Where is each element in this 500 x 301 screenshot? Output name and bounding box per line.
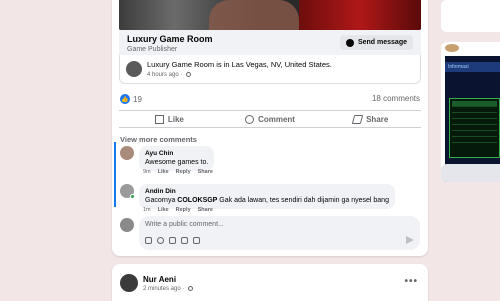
- avatar[interactable]: [120, 218, 134, 232]
- comment-share[interactable]: Share: [198, 169, 213, 175]
- page-category: Game Publisher: [127, 46, 178, 53]
- left-background: [0, 0, 112, 301]
- comment-bubble: Ayu Chin Awesome games to.: [139, 146, 215, 171]
- comment-meta: 1m Like Reply Share: [143, 207, 220, 213]
- post-timestamp[interactable]: 2 minutes ago ·: [143, 286, 186, 292]
- next-post-card: Nur Aeni 2 minutes ago · •••: [112, 264, 428, 301]
- comment-text-highlight: COLOKSGP: [177, 197, 218, 204]
- globe-icon: [186, 72, 192, 77]
- online-status-dot: [130, 194, 135, 199]
- messenger-icon: [345, 38, 354, 47]
- comment-text: Gacornya COLOKSGP Gak ada lawan, tes sen…: [145, 196, 389, 206]
- more-options-icon[interactable]: •••: [404, 276, 418, 287]
- checkin-verb: is in: [214, 60, 232, 69]
- avatar[interactable]: [120, 274, 138, 292]
- checkin-time: 4 hours ago ·: [147, 72, 192, 78]
- comment-tools: [145, 237, 200, 244]
- comment-text-suffix: Gak ada lawan, tes sendiri dah dijamin g…: [217, 197, 389, 204]
- right-rail-ad[interactable]: Informasi: [441, 42, 500, 182]
- comment-share[interactable]: Share: [198, 207, 213, 213]
- avatar[interactable]: [120, 146, 134, 160]
- comment-bubble: Andin Din Gacornya COLOKSGP Gak ada lawa…: [139, 184, 395, 209]
- comment-meta: 9m Like Reply Share: [143, 169, 220, 175]
- post-card: Luxury Game Room Game Publisher Send mes…: [112, 0, 428, 256]
- comment-input[interactable]: Write a public comment...: [139, 216, 420, 250]
- share-icon: [351, 114, 364, 124]
- comment-like[interactable]: Like: [158, 207, 169, 213]
- globe-icon: [188, 286, 194, 291]
- post-time: 2 minutes ago ·: [143, 286, 194, 292]
- page-attachment[interactable]: Luxury Game Room Game Publisher Send mes…: [119, 30, 421, 55]
- post-action-bar: Like Comment Share: [119, 110, 421, 128]
- comment-reply[interactable]: Reply: [176, 169, 191, 175]
- camera-icon[interactable]: [169, 237, 176, 244]
- checkin-page-link[interactable]: Luxury Game Room: [147, 60, 214, 69]
- comment-time[interactable]: 9m: [143, 169, 151, 175]
- avatar-sticker-icon[interactable]: [145, 237, 152, 244]
- comment-author[interactable]: Ayu Chin: [145, 149, 208, 158]
- comment-label: Comment: [258, 114, 295, 124]
- like-reaction-icon: 👍: [120, 94, 130, 104]
- checkin-location[interactable]: Las Vegas, NV, United States: [232, 60, 330, 69]
- right-rail-button[interactable]: [441, 164, 500, 182]
- checkin-timestamp[interactable]: 4 hours ago ·: [147, 72, 184, 78]
- reactions-summary[interactable]: 👍 19: [120, 94, 142, 104]
- sticker-icon[interactable]: [193, 237, 200, 244]
- post-author[interactable]: Nur Aeni: [143, 275, 176, 284]
- checkin-text: Luxury Game Room is in Las Vegas, NV, Un…: [147, 60, 332, 69]
- write-comment-row: Write a public comment...: [120, 216, 420, 252]
- page-avatar[interactable]: [126, 61, 142, 77]
- comment-icon: [245, 114, 255, 124]
- view-more-comments[interactable]: View more comments: [120, 135, 197, 144]
- like-button[interactable]: Like: [119, 111, 220, 127]
- comment-text: Awesome games to.: [145, 159, 209, 166]
- share-button[interactable]: Share: [320, 111, 421, 127]
- ad-banner-label: Informasi: [445, 62, 500, 72]
- comment-text-prefix: Gacornya: [145, 197, 178, 204]
- post-image[interactable]: [119, 0, 421, 30]
- checkin-box: Luxury Game Room is in Las Vegas, NV, Un…: [119, 55, 421, 84]
- comment-input-placeholder: Write a public comment...: [145, 221, 224, 228]
- comment-time[interactable]: 1m: [143, 207, 151, 213]
- send-icon[interactable]: [406, 236, 414, 244]
- right-rail-card: [441, 0, 500, 32]
- comments-count[interactable]: 18 comments: [372, 94, 420, 103]
- send-message-button[interactable]: Send message: [339, 35, 413, 50]
- emoji-icon[interactable]: [157, 237, 164, 244]
- thread-indicator: [114, 142, 116, 207]
- like-label: Like: [167, 114, 184, 124]
- avatar: [445, 44, 459, 52]
- comment-author[interactable]: Andin Din: [145, 187, 389, 196]
- comment-like[interactable]: Like: [158, 169, 169, 175]
- ad-banner-table: [449, 98, 500, 158]
- reactions-count: 19: [133, 94, 142, 104]
- checkin-period: .: [329, 60, 332, 69]
- thumbs-up-icon: [154, 114, 164, 124]
- gif-icon[interactable]: [181, 237, 188, 244]
- page-name[interactable]: Luxury Game Room: [127, 34, 213, 44]
- send-message-label: Send message: [357, 39, 407, 46]
- comment-reply[interactable]: Reply: [176, 207, 191, 213]
- comment-button[interactable]: Comment: [220, 111, 321, 127]
- share-label: Share: [366, 114, 389, 124]
